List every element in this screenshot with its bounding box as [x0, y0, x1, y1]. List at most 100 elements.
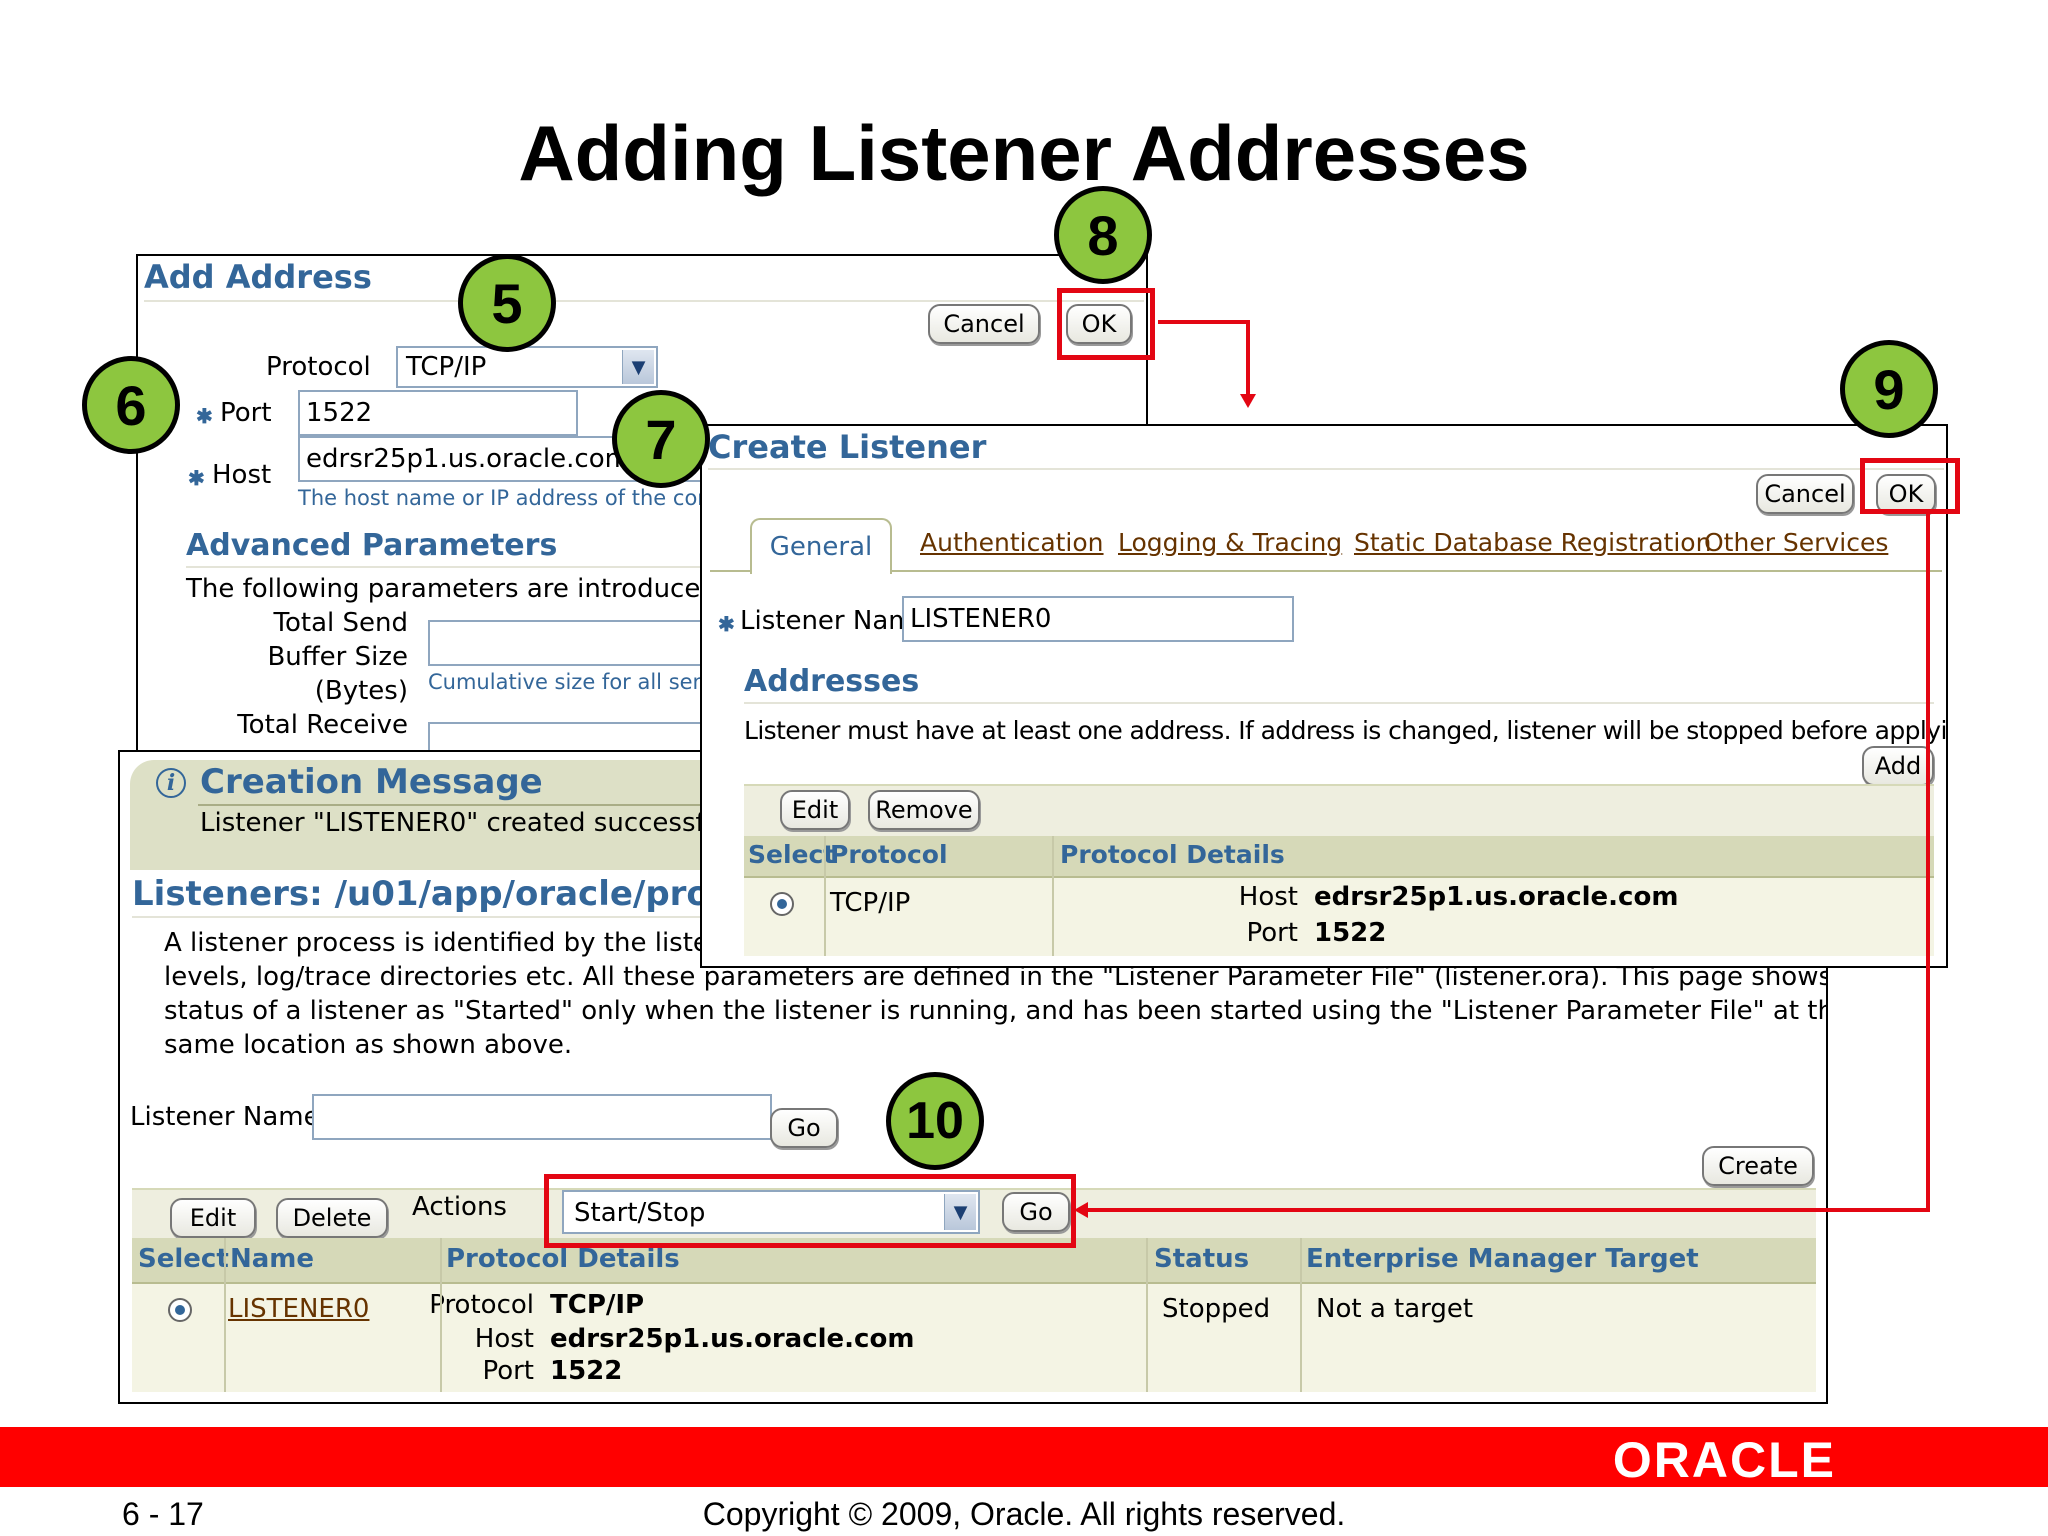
row-host-value: edrsr25p1.us.oracle.com: [550, 1324, 915, 1354]
row-em-target: Not a target: [1316, 1294, 1474, 1324]
creation-message-text: Listener "LISTENER0" created successfu: [200, 808, 722, 838]
ok-highlight-box-9: [1860, 458, 1960, 514]
column-header-name: Name: [230, 1244, 315, 1274]
callout-8: 8: [1054, 186, 1152, 284]
column-divider: [1146, 1238, 1148, 1392]
listener-name-field[interactable]: LISTENER0: [902, 596, 1294, 642]
required-icon: ✱: [718, 614, 735, 636]
listener-name-search-input[interactable]: [312, 1094, 772, 1140]
add-address-button[interactable]: Add: [1862, 746, 1934, 786]
required-icon: ✱: [188, 468, 205, 490]
column-divider: [824, 836, 826, 956]
listeners-title: Listeners: /u01/app/oracle/produc: [132, 874, 779, 914]
column-header-select: Select: [748, 840, 836, 869]
creation-message-title: Creation Message: [200, 762, 543, 802]
row-port-label: Port: [482, 1356, 534, 1386]
address-port-value: 1522: [1314, 918, 1387, 948]
callout-9: 9: [1840, 340, 1938, 438]
tab-other-services[interactable]: Other Services: [1704, 528, 1888, 557]
protocol-label: Protocol: [266, 352, 371, 382]
column-divider: [440, 1238, 442, 1392]
table-row: LISTENER0 Protocol TCP/IP Host edrsr25p1…: [132, 1284, 1816, 1392]
callout-5: 5: [458, 254, 556, 352]
arrow-line: [1246, 320, 1250, 396]
tab-logging-tracing[interactable]: Logging & Tracing: [1118, 528, 1342, 557]
address-host-label: Host: [1238, 882, 1298, 912]
chevron-down-icon: ▼: [622, 350, 654, 384]
copyright: Copyright © 2009, Oracle. All rights res…: [702, 1496, 1346, 1532]
actions-highlight-box-10: [544, 1174, 1076, 1248]
callout-6: 6: [82, 356, 180, 454]
column-header-em-target: Enterprise Manager Target: [1306, 1244, 1699, 1274]
tab-static-db-registration[interactable]: Static Database Registration: [1354, 528, 1711, 557]
tab-authentication[interactable]: Authentication: [920, 528, 1104, 557]
column-header-protocol: Protocol: [830, 840, 948, 869]
oracle-logo: ORACLE: [1612, 1432, 1836, 1488]
arrow-head-icon: [1240, 394, 1256, 408]
arrow-line: [1158, 320, 1250, 324]
listener-name-link[interactable]: LISTENER0: [228, 1294, 369, 1324]
listener-edit-button[interactable]: Edit: [170, 1198, 256, 1238]
addresses-heading: Addresses: [744, 664, 920, 699]
address-protocol: TCP/IP: [830, 888, 911, 918]
listeners-desc-3: status of a listener as "Started" only w…: [164, 996, 1828, 1026]
table-row: TCP/IP Host edrsr25p1.us.oracle.com Port…: [744, 878, 1934, 956]
send-buffer-label-1: Total Send: [273, 608, 408, 638]
slide-title: Adding Listener Addresses: [518, 109, 1530, 197]
address-port-label: Port: [1246, 918, 1298, 948]
arrow-line: [1926, 514, 1930, 1212]
row-protocol-label: Protocol: [429, 1290, 534, 1320]
row-select-radio[interactable]: [168, 1298, 192, 1322]
callout-10: 10: [886, 1072, 984, 1170]
row-host-label: Host: [474, 1324, 534, 1354]
addresses-underline: [744, 702, 1934, 704]
send-buffer-label-2: Buffer Size: [267, 642, 408, 672]
required-icon: ✱: [196, 406, 213, 428]
create-listener-title: Create Listener: [708, 428, 987, 466]
create-listener-cancel-button[interactable]: Cancel: [1756, 474, 1854, 514]
title-underline: [708, 468, 1944, 470]
arrow-line: [1088, 1208, 1930, 1212]
advanced-parameters-heading: Advanced Parameters: [186, 528, 558, 563]
address-host-value: edrsr25p1.us.oracle.com: [1314, 882, 1679, 912]
host-label: Host: [212, 460, 272, 490]
column-divider: [1300, 1238, 1302, 1392]
create-listener-panel: Create Listener Cancel OK General Authen…: [700, 424, 1948, 968]
column-divider: [224, 1238, 226, 1392]
protocol-select-value: TCP/IP: [406, 352, 487, 382]
host-hint: The host name or IP address of the cor: [298, 486, 706, 510]
info-icon: i: [156, 768, 186, 798]
column-divider: [1052, 836, 1054, 956]
create-listener-button[interactable]: Create: [1702, 1146, 1814, 1186]
add-address-cancel-button[interactable]: Cancel: [928, 304, 1040, 344]
callout-7: 7: [612, 390, 710, 488]
address-select-radio[interactable]: [770, 892, 794, 916]
receive-buffer-label: Total Receive: [237, 710, 408, 740]
tab-general-label: General: [769, 532, 873, 562]
send-buffer-hint: Cumulative size for all sen: [428, 670, 706, 694]
column-header-status: Status: [1154, 1244, 1250, 1274]
column-header-protocol-details: Protocol Details: [1060, 840, 1285, 869]
column-header-protocol-details: Protocol Details: [446, 1244, 680, 1274]
port-label: Port: [220, 398, 272, 428]
listener-delete-button[interactable]: Delete: [276, 1198, 388, 1238]
column-header-select: Select: [138, 1244, 229, 1274]
actions-label: Actions: [412, 1192, 507, 1222]
address-remove-button[interactable]: Remove: [868, 790, 980, 830]
arrow-head-icon: [1074, 1202, 1088, 1218]
tab-general[interactable]: General: [750, 518, 892, 574]
port-field[interactable]: 1522: [298, 390, 578, 436]
add-address-title: Add Address: [144, 258, 372, 296]
listeners-desc-4: same location as shown above.: [164, 1030, 573, 1060]
ok-highlight-box-8: [1057, 288, 1155, 360]
addresses-description: Listener must have at least one address.…: [744, 716, 1947, 745]
row-port-value: 1522: [550, 1356, 623, 1386]
send-buffer-label-3: (Bytes): [314, 676, 408, 706]
protocol-select[interactable]: TCP/IP ▼: [396, 346, 658, 388]
listeners-desc-1: A listener process is identified by the …: [164, 928, 726, 958]
listener-name-search-label: Listener Name: [130, 1102, 320, 1132]
address-edit-button[interactable]: Edit: [780, 790, 850, 830]
search-go-button[interactable]: Go: [770, 1108, 838, 1148]
row-status: Stopped: [1162, 1294, 1271, 1324]
title-underline: [144, 300, 1144, 302]
